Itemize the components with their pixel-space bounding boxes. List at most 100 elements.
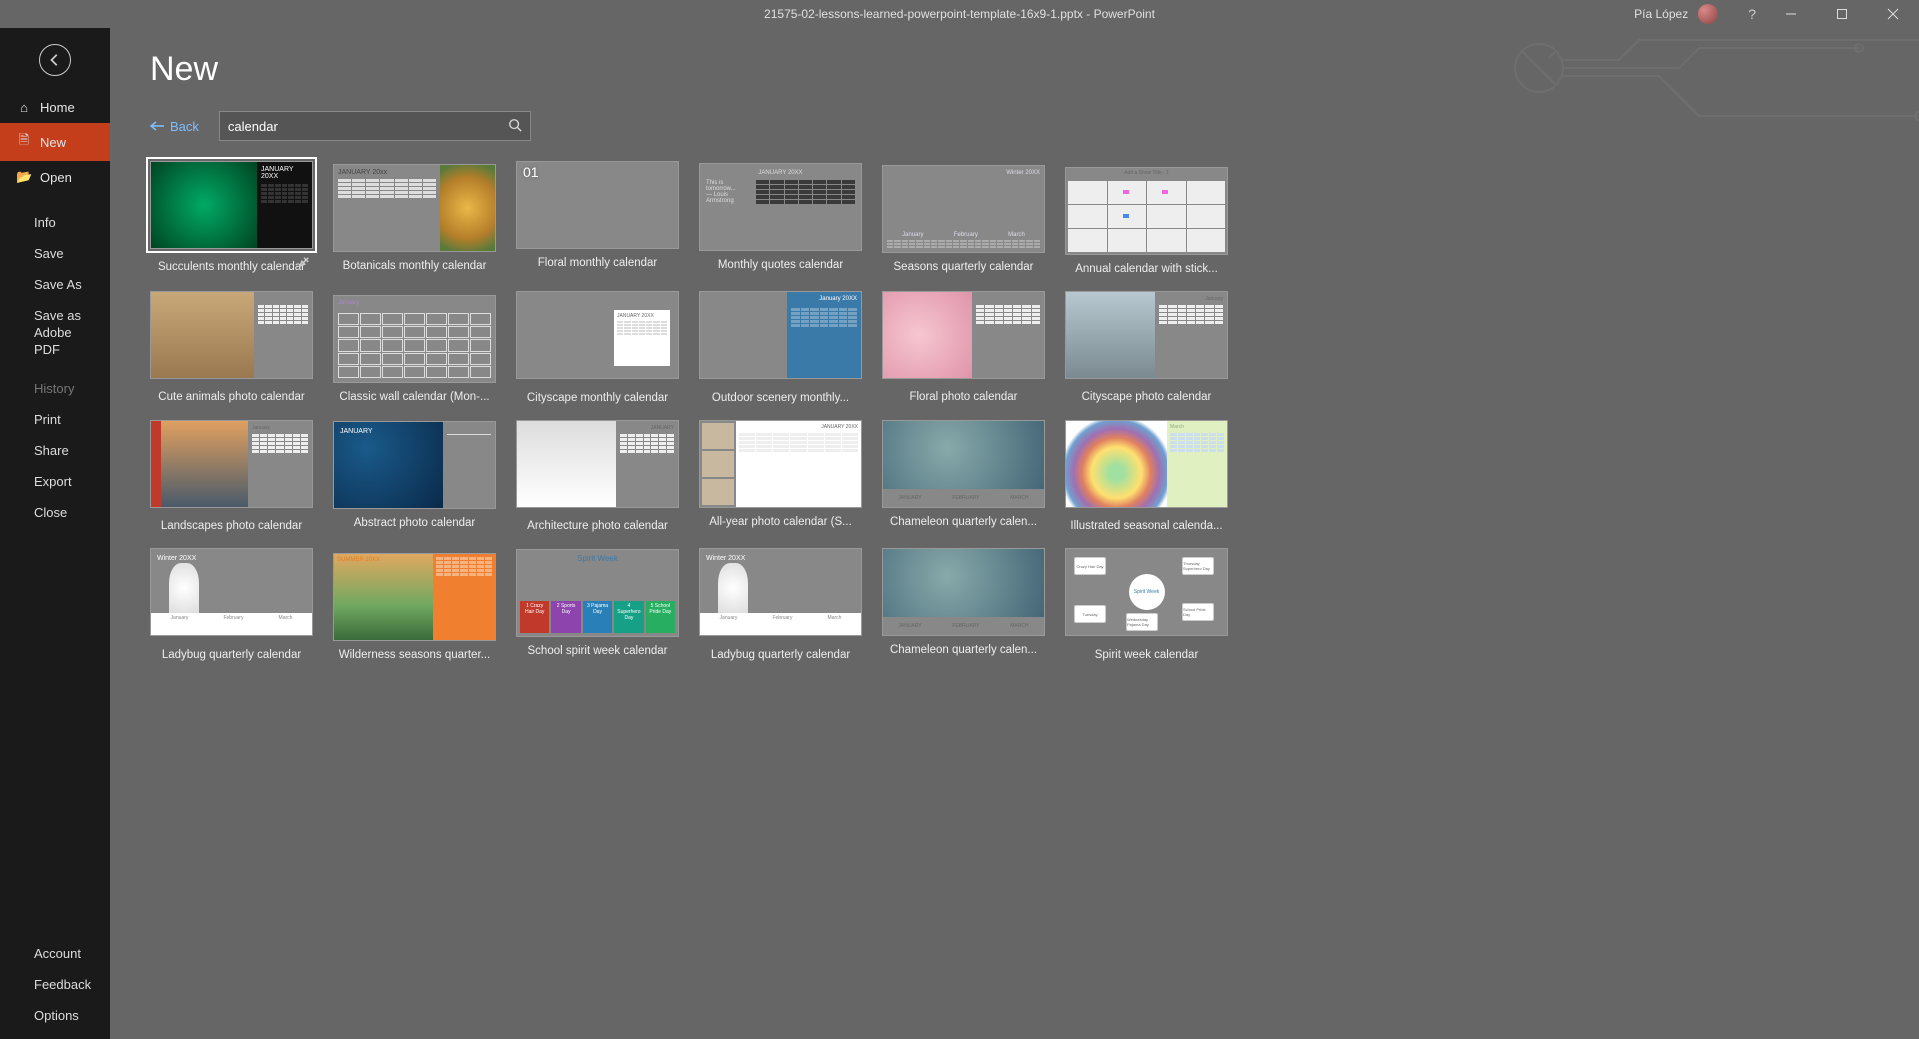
ribbon-display-icon[interactable] (1724, 6, 1736, 22)
filename-text: 21575-02-lessons-learned-powerpoint-temp… (764, 7, 1083, 21)
template-card[interactable]: JANUARY 20XXAll-year photo calendar (S..… (699, 420, 862, 532)
template-card[interactable]: JANUARYFEBRUARYMARCHChameleon quarterly … (882, 548, 1045, 661)
template-label: Floral monthly calendar (516, 249, 679, 269)
sidebar-item-save[interactable]: Save (0, 238, 110, 269)
home-icon: ⌂ (16, 100, 32, 115)
username-text: Pía López (1634, 7, 1688, 21)
template-thumbnail: January (150, 420, 313, 508)
sidebar-footer-feedback[interactable]: Feedback (0, 969, 110, 1000)
template-thumbnail: JANUARY 20XX (150, 291, 313, 379)
template-label: Succulents monthly calendar (150, 253, 313, 273)
help-icon[interactable]: ? (1742, 6, 1762, 22)
open-icon: 📂 (16, 169, 32, 185)
template-label: Illustrated seasonal calenda... (1065, 512, 1228, 532)
sidebar-item-new[interactable]: 🗎 New (0, 123, 110, 161)
back-link[interactable]: Back (150, 119, 199, 134)
sidebar-label: New (40, 135, 66, 150)
template-card[interactable]: JANUARY 20XX Floral photo calendar (882, 291, 1045, 404)
sidebar-item-close[interactable]: Close (0, 497, 110, 528)
title-separator: - (1083, 7, 1094, 21)
template-card[interactable]: JANUARYFEBRUARYMARCHChameleon quarterly … (882, 420, 1045, 532)
sidebar-item-save-as[interactable]: Save As (0, 269, 110, 300)
back-link-text: Back (170, 119, 199, 134)
template-card[interactable]: Winter 20XXJanuaryFebruaryMarch Ladybug q… (150, 548, 313, 661)
template-thumbnail: JANUARY 20XX (516, 291, 679, 379)
sidebar-footer-account[interactable]: Account (0, 938, 110, 969)
sidebar-item-history: History (0, 373, 110, 404)
template-card[interactable]: Winter 20XXJanuaryFebruaryMarch Ladybug q… (699, 548, 862, 661)
template-label: Seasons quarterly calendar (882, 253, 1045, 273)
template-card[interactable]: JANUARY 20XXCute animals photo calendar (150, 291, 313, 404)
template-thumbnail: January (333, 295, 496, 383)
template-thumbnail: JANUARYnotes (333, 421, 496, 509)
sidebar-item-save-as-adobe-pdf[interactable]: Save as Adobe PDF (0, 300, 110, 367)
template-card[interactable]: JanuaryClassic wall calendar (Mon-... (333, 291, 496, 404)
user-avatar[interactable] (1698, 4, 1718, 24)
template-card[interactable]: JANUARY 20XX Succulents monthly calendar (150, 161, 313, 275)
back-arrow-icon (48, 53, 62, 67)
template-label: Cityscape monthly calendar (516, 384, 679, 404)
template-grid: JANUARY 20XXSucculents monthly calendarJ… (150, 161, 1410, 661)
sidebar-label: Open (40, 170, 72, 185)
template-card[interactable]: JanuaryLandscapes photo calendar (150, 420, 313, 532)
sidebar-item-open[interactable]: 📂 Open (0, 161, 110, 193)
template-thumbnail: JANUARY 20XX (150, 161, 313, 249)
search-input[interactable] (228, 119, 508, 134)
template-label: Botanicals monthly calendar (333, 252, 496, 272)
backstage-sidebar: ⌂ Home 🗎 New 📂 Open InfoSaveSave AsSave … (0, 28, 110, 1039)
sidebar-label: Home (40, 100, 75, 115)
template-thumbnail: January 20XX (699, 291, 862, 379)
template-card[interactable]: JANUARY 20xxBotanicals monthly calendar (333, 161, 496, 275)
template-thumbnail: 01······································… (516, 161, 679, 249)
search-icon[interactable] (508, 118, 522, 135)
template-thumbnail: Winter 20XXJanuaryFebruaryMarch (699, 548, 862, 636)
template-thumbnail: JANUARY 20XX (699, 420, 862, 508)
new-icon: 🗎 (16, 131, 32, 153)
template-thumbnail: JANUARYFEBRUARYMARCH (882, 420, 1045, 508)
template-card[interactable]: 01······································… (516, 161, 679, 275)
sidebar-item-print[interactable]: Print (0, 404, 110, 435)
back-arrow-icon (150, 121, 164, 131)
template-thumbnail: March (1065, 420, 1228, 508)
template-card[interactable]: Spirit Week1 Crazy Hair Day2 Sports Day3… (516, 548, 679, 661)
sidebar-footer-options[interactable]: Options (0, 1000, 110, 1031)
template-card[interactable]: JANUARY 20XXThis is tomorrow...— Louis A… (699, 161, 862, 275)
template-thumbnail: Spirit WeekCrazy Hair DayTuesdayWednesda… (1065, 548, 1228, 636)
template-thumbnail: January (1065, 291, 1228, 379)
template-card[interactable]: JanuaryCityscape photo calendar (1065, 291, 1228, 404)
sidebar-item-info[interactable]: Info (0, 207, 110, 238)
template-card[interactable]: January 20XXOutdoor scenery monthly... (699, 291, 862, 404)
sidebar-item-export[interactable]: Export (0, 466, 110, 497)
template-label: Chameleon quarterly calen... (882, 508, 1045, 528)
template-label: Wilderness seasons quarter... (333, 641, 496, 661)
template-label: Ladybug quarterly calendar (150, 641, 313, 661)
template-thumbnail: JANUARY 20xx (333, 164, 496, 252)
template-card[interactable]: Spirit WeekCrazy Hair DayTuesdayWednesda… (1065, 548, 1228, 661)
template-card[interactable]: JANUARYArchitecture photo calendar (516, 420, 679, 532)
template-card[interactable]: Winter 20XXJanuaryFebruaryMarchSeasons q… (882, 161, 1045, 275)
template-card[interactable]: Add a Show Title - 1Annual calendar with… (1065, 161, 1228, 275)
titlebar: 21575-02-lessons-learned-powerpoint-temp… (0, 0, 1919, 28)
template-label: Classic wall calendar (Mon-... (333, 383, 496, 403)
template-thumbnail: SUMMER 20XX (333, 553, 496, 641)
template-label: Architecture photo calendar (516, 512, 679, 532)
template-thumbnail: Winter 20XXJanuaryFebruaryMarch (150, 548, 313, 636)
template-label: Floral photo calendar (882, 383, 1045, 403)
template-card[interactable]: SUMMER 20XXWilderness seasons quarter... (333, 548, 496, 661)
main: ⌂ Home 🗎 New 📂 Open InfoSaveSave AsSave … (0, 28, 1919, 1039)
app-name-text: PowerPoint (1094, 7, 1155, 21)
template-card[interactable]: JANUARY 20XX Cityscape monthly calendar (516, 291, 679, 404)
minimize-button[interactable] (1768, 0, 1813, 28)
sidebar-item-share[interactable]: Share (0, 435, 110, 466)
maximize-button[interactable] (1819, 0, 1864, 28)
sidebar-item-home[interactable]: ⌂ Home (0, 92, 110, 123)
template-search-box[interactable] (219, 111, 531, 141)
template-label: All-year photo calendar (S... (699, 508, 862, 528)
template-card[interactable]: JANUARYnotesAbstract photo calendar (333, 420, 496, 532)
template-thumbnail: JANUARYFEBRUARYMARCH (882, 548, 1045, 636)
template-thumbnail: JANUARY 20XX (882, 291, 1045, 379)
template-card[interactable]: March Illustrated seasonal calenda... (1065, 420, 1228, 532)
back-button[interactable] (0, 28, 110, 92)
template-label: Ladybug quarterly calendar (699, 641, 862, 661)
close-button[interactable] (1870, 0, 1915, 28)
